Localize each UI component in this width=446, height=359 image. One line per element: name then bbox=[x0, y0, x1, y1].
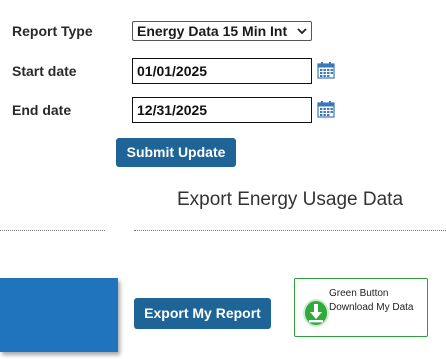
end-date-input[interactable] bbox=[132, 97, 312, 123]
end-date-label: End date bbox=[12, 102, 72, 118]
start-date-input[interactable] bbox=[132, 58, 312, 84]
report-type-select[interactable]: Energy Data 15 Min Int bbox=[132, 21, 312, 41]
export-section-title: Export Energy Usage Data bbox=[177, 189, 404, 210]
submit-update-button[interactable]: Submit Update bbox=[116, 138, 236, 167]
chevron-down-icon bbox=[297, 28, 307, 35]
download-my-data-label: Download My Data bbox=[329, 302, 414, 313]
divider-right bbox=[134, 230, 446, 231]
green-button-label: Green Button bbox=[329, 288, 389, 299]
report-type-selected-value: Energy Data 15 Min Int bbox=[137, 23, 288, 39]
green-button-download-icon bbox=[303, 299, 329, 327]
green-button-download[interactable]: Green Button Download My Data bbox=[294, 278, 428, 337]
report-type-label: Report Type bbox=[12, 23, 93, 39]
calendar-icon[interactable] bbox=[317, 100, 335, 118]
export-my-report-button[interactable]: Export My Report bbox=[134, 298, 271, 329]
divider-left bbox=[0, 230, 105, 231]
start-date-label: Start date bbox=[12, 63, 77, 79]
calendar-icon[interactable] bbox=[317, 61, 335, 79]
blue-side-panel[interactable] bbox=[0, 278, 118, 352]
